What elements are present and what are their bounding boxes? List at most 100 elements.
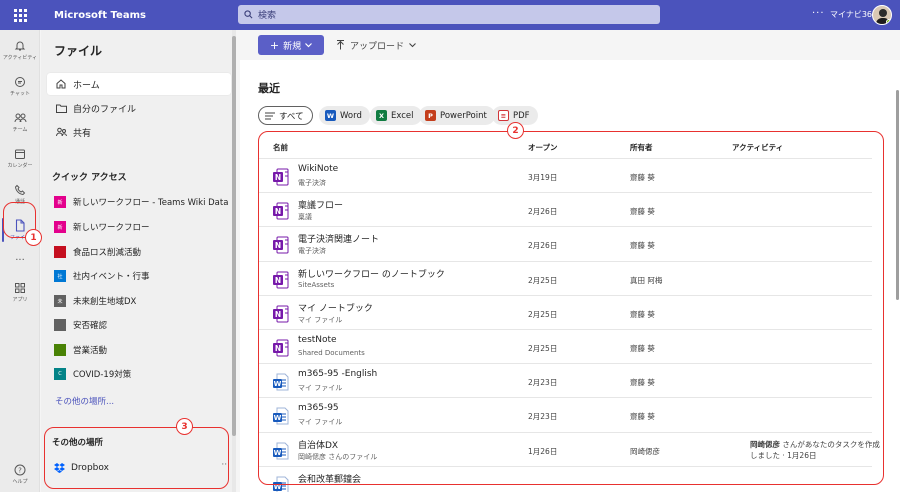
- file-name[interactable]: 電子決済関連ノート: [298, 232, 379, 245]
- rail-chat[interactable]: チャット: [0, 68, 40, 104]
- settings-more-icon[interactable]: ···: [812, 8, 825, 19]
- filter-word[interactable]: W Word: [319, 106, 370, 125]
- annotation-number-2: 2: [507, 122, 524, 139]
- word-file-icon: W: [273, 442, 289, 460]
- nav-home[interactable]: ホーム: [47, 73, 231, 95]
- filter-powerpoint[interactable]: P PowerPoint: [419, 106, 495, 125]
- file-name[interactable]: WikiNote: [298, 164, 338, 174]
- rail-activity[interactable]: アクティビティ: [0, 32, 40, 68]
- onenote-file-icon: N: [273, 168, 289, 186]
- new-label: 新規: [283, 41, 302, 52]
- rail-help[interactable]: ? ヘルプ: [0, 456, 40, 492]
- table-row[interactable]: W m365-95 -English マイ ファイル 2月23日 齋藤 葵: [258, 363, 872, 397]
- dropbox-icon: [54, 463, 65, 473]
- dropbox-item[interactable]: Dropbox ···: [54, 460, 230, 476]
- filter-label: Word: [340, 110, 362, 121]
- quick-access-item[interactable]: 社 社内イベント・行事: [54, 266, 234, 286]
- file-location: 電子決済: [298, 179, 326, 187]
- new-button[interactable]: + 新規: [258, 35, 324, 55]
- column-header-opened[interactable]: オープン: [528, 142, 558, 153]
- file-name[interactable]: 稟議フロー: [298, 198, 343, 211]
- table-row[interactable]: W 会和改革郵鐘会: [258, 465, 872, 492]
- table-row[interactable]: N testNote Shared Documents 2月25日 齋藤 葵: [258, 329, 872, 363]
- rail-label: アプリ: [12, 296, 28, 303]
- rail-teams[interactable]: チーム: [0, 104, 40, 140]
- search-icon: [244, 10, 253, 19]
- quick-access-item[interactable]: 安否確認: [54, 315, 234, 335]
- quick-access-item[interactable]: 新 新しいワークフロー - Teams Wiki Data: [54, 192, 234, 212]
- file-name[interactable]: 自治体DX: [298, 438, 338, 451]
- onenote-file-icon: N: [273, 305, 289, 323]
- file-name[interactable]: m365-95 -English: [298, 369, 377, 379]
- upload-button[interactable]: アップロード: [336, 36, 416, 54]
- more-places-link[interactable]: その他の場所...: [55, 395, 114, 407]
- filter-excel[interactable]: X Excel: [370, 106, 422, 125]
- list-icon: [265, 112, 275, 119]
- quick-access-label: 食品ロス削減活動: [73, 248, 142, 258]
- file-owner: 真田 阿梅: [630, 275, 663, 285]
- app-launcher-icon[interactable]: [0, 0, 40, 30]
- table-row[interactable]: N WikiNote 電子決済 3月19日 齋藤 葵: [258, 158, 872, 192]
- rail-apps[interactable]: アプリ: [0, 274, 40, 310]
- rail-label: カレンダー: [7, 162, 33, 169]
- table-row[interactable]: W m365-95 マイ ファイル 2月23日 齋藤 葵: [258, 397, 872, 431]
- file-name[interactable]: マイ ノートブック: [298, 301, 373, 314]
- rail-more[interactable]: ···: [0, 242, 40, 278]
- team-icon: [54, 344, 66, 356]
- svg-text:W: W: [274, 415, 282, 423]
- side-panel-scrollbar[interactable]: [232, 30, 236, 492]
- file-opened-date: 2月23日: [528, 412, 558, 422]
- filter-label: すべて: [279, 111, 304, 122]
- dropbox-label: Dropbox: [71, 463, 109, 473]
- quick-access-item[interactable]: 未 未来創生地域DX: [54, 291, 234, 311]
- phone-icon: [14, 184, 26, 195]
- nav-label: 共有: [73, 128, 92, 139]
- file-name[interactable]: 新しいワークフロー のノートブック: [298, 267, 445, 280]
- filter-label: PDF: [513, 110, 530, 121]
- svg-text:N: N: [275, 276, 281, 285]
- plus-icon: +: [269, 38, 280, 52]
- rail-calendar[interactable]: カレンダー: [0, 140, 40, 176]
- quick-access-label: 安否確認: [73, 321, 108, 331]
- quick-access-item[interactable]: 営業活動: [54, 340, 234, 360]
- onenote-file-icon: N: [273, 236, 289, 254]
- team-icon: [54, 319, 66, 331]
- search-input[interactable]: 検索: [238, 5, 660, 24]
- filter-all[interactable]: すべて: [258, 106, 313, 125]
- quick-access-label: 新しいワークフロー: [73, 223, 150, 233]
- table-row[interactable]: N 新しいワークフロー のノートブック SiteAssets 2月25日 真田 …: [258, 260, 872, 295]
- main-scrollbar[interactable]: [895, 60, 900, 492]
- chat-icon: [15, 76, 25, 87]
- rail-calls[interactable]: 通話: [0, 176, 40, 212]
- table-row[interactable]: N 稟議フロー 稟議 2月26日 齋藤 葵: [258, 192, 872, 226]
- file-name[interactable]: 会和改革郵鐘会: [298, 472, 361, 485]
- file-opened-date: 1月26日: [528, 446, 558, 456]
- annotation-number-1: 1: [25, 229, 42, 246]
- file-opened-date: 2月26日: [528, 207, 558, 217]
- quick-access-item[interactable]: C COVID-19対策: [54, 364, 234, 384]
- rail-label: 通話: [14, 198, 25, 205]
- nav-label: ホーム: [73, 80, 100, 91]
- quick-access-item[interactable]: 新 新しいワークフロー: [54, 217, 234, 237]
- file-owner: 齋藤 葵: [630, 173, 655, 182]
- presence-status-icon: [886, 19, 891, 24]
- more-options-icon[interactable]: ···: [221, 460, 230, 470]
- file-name[interactable]: m365-95: [298, 403, 339, 413]
- table-row[interactable]: N 電子決済関連ノート 電子決済 2月26日 齋藤 葵: [258, 226, 872, 260]
- svg-text:W: W: [274, 380, 282, 388]
- table-row[interactable]: N マイ ノートブック マイ ファイル 2月25日 齋藤 葵: [258, 294, 872, 329]
- onenote-file-icon: N: [273, 271, 289, 289]
- column-header-name[interactable]: 名前: [273, 142, 288, 153]
- column-header-activity[interactable]: アクティビティ: [732, 142, 783, 153]
- files-side-panel: ファイル ホーム 自分のファイル 共有 クイック アクセス 新 新しいワークフロ…: [41, 30, 236, 492]
- quick-access-item[interactable]: 食品ロス削減活動: [54, 242, 234, 262]
- excel-icon: X: [376, 110, 387, 121]
- file-name[interactable]: testNote: [298, 335, 337, 345]
- table-row[interactable]: W 自治体DX 岡崎偲彦 さんのファイル 1月26日 岡崎偲彦 岡崎偲彦 さんがあ…: [258, 431, 880, 466]
- avatar[interactable]: [872, 5, 892, 25]
- word-icon: W: [325, 110, 336, 121]
- team-icon: C: [54, 368, 66, 380]
- nav-my-files[interactable]: 自分のファイル: [47, 97, 231, 119]
- nav-shared[interactable]: 共有: [47, 121, 231, 143]
- column-header-owner[interactable]: 所有者: [630, 142, 653, 153]
